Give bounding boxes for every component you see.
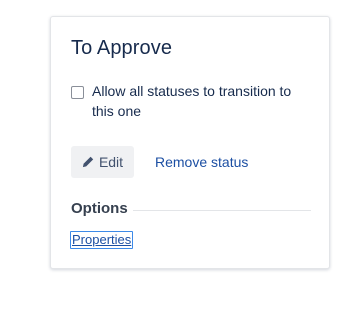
options-heading: Options [71, 200, 128, 217]
edit-button[interactable]: Edit [71, 146, 134, 178]
edit-button-label: Edit [98, 154, 124, 170]
remove-status-link[interactable]: Remove status [155, 154, 248, 170]
properties-link[interactable]: Properties [70, 231, 134, 249]
panel-title: To Approve [71, 37, 173, 59]
pencil-icon [82, 156, 94, 168]
allow-all-transitions-label[interactable]: Allow all statuses to transition to this… [92, 81, 311, 121]
allow-all-transitions-checkbox[interactable] [71, 86, 84, 99]
options-divider [133, 210, 311, 211]
status-panel: To Approve Allow all statuses to transit… [50, 16, 330, 269]
allow-all-transitions-row[interactable]: Allow all statuses to transition to this… [71, 81, 311, 121]
